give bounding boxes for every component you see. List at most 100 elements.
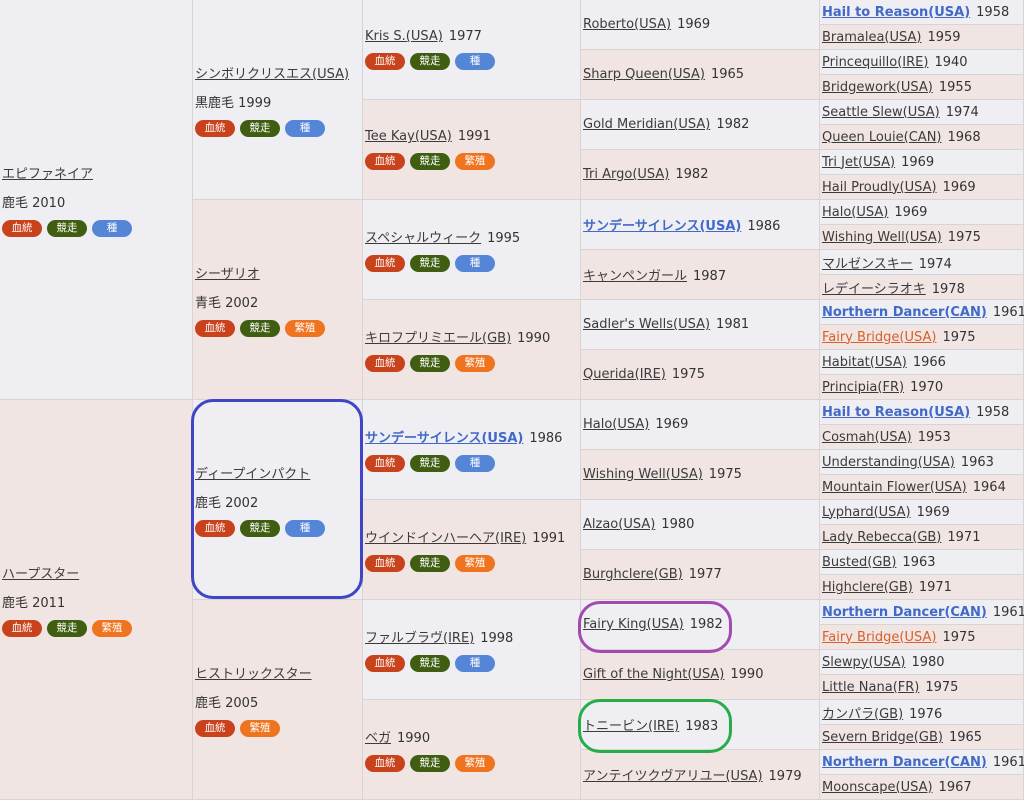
horse-name-link[interactable]: サンデーサイレンス(USA) (365, 431, 523, 446)
badge-blood[interactable]: 血統 (365, 153, 405, 170)
badge-race[interactable]: 競走 (240, 319, 280, 337)
badge-race[interactable]: 競走 (240, 119, 280, 137)
badge-race[interactable]: 競走 (410, 455, 450, 472)
badge-seed[interactable]: 種 (455, 655, 495, 672)
horse-name-link[interactable]: Understanding(USA) (822, 455, 955, 470)
horse-name-link[interactable]: スペシャルウィーク (365, 231, 481, 246)
horse-name-link[interactable]: Hail Proudly(USA) (822, 180, 937, 195)
horse-name-link[interactable]: Bridgework(USA) (822, 80, 933, 95)
badge-seed[interactable]: 種 (285, 519, 325, 537)
horse-name-link[interactable]: Sharp Queen(USA) (583, 67, 705, 82)
horse-name-link[interactable]: Querida(IRE) (583, 367, 666, 382)
horse-name-link[interactable]: Highclere(GB) (822, 580, 913, 595)
horse-name-link[interactable]: Princequillo(IRE) (822, 55, 928, 70)
badge-breed[interactable]: 繁殖 (455, 755, 495, 772)
badge-breed[interactable]: 繁殖 (285, 319, 325, 337)
badge-race[interactable]: 競走 (410, 755, 450, 772)
badge-blood[interactable]: 血統 (365, 755, 405, 772)
horse-name-link[interactable]: Fairy Bridge(USA) (822, 330, 936, 345)
horse-name-link[interactable]: Fairy King(USA) (583, 617, 684, 632)
badge-race[interactable]: 競走 (410, 355, 450, 372)
horse-name-link[interactable]: Bramalea(USA) (822, 30, 921, 45)
badge-seed[interactable]: 種 (455, 455, 495, 472)
horse-name-link[interactable]: シンボリクリスエス(USA) (195, 67, 349, 82)
horse-name-link[interactable]: ハープスター (2, 567, 79, 582)
badge-breed[interactable]: 繁殖 (455, 355, 495, 372)
horse-name-link[interactable]: Hail to Reason(USA) (822, 405, 970, 420)
horse-name-link[interactable]: Severn Bridge(GB) (822, 730, 943, 745)
horse-name-link[interactable]: シーザリオ (195, 267, 260, 282)
horse-name-link[interactable]: ディープインパクト (195, 467, 310, 482)
horse-name-link[interactable]: Gold Meridian(USA) (583, 117, 710, 132)
horse-name-link[interactable]: キロフプリミエール(GB) (365, 331, 511, 346)
horse-name-link[interactable]: ベガ (365, 731, 391, 746)
badge-blood[interactable]: 血統 (195, 719, 235, 737)
badge-race[interactable]: 競走 (240, 519, 280, 537)
badge-blood[interactable]: 血統 (195, 119, 235, 137)
horse-name-link[interactable]: Slewpy(USA) (822, 655, 905, 670)
horse-name-link[interactable]: Lyphard(USA) (822, 505, 911, 520)
horse-name-link[interactable]: キャンペンガール (583, 269, 687, 284)
badge-blood[interactable]: 血統 (195, 319, 235, 337)
horse-name-link[interactable]: Lady Rebecca(GB) (822, 530, 941, 545)
horse-name-link[interactable]: エピファネイア (2, 167, 93, 182)
horse-name-link[interactable]: Northern Dancer(CAN) (822, 755, 987, 770)
badge-breed[interactable]: 繁殖 (455, 555, 495, 572)
badge-seed[interactable]: 種 (92, 219, 132, 237)
horse-name-link[interactable]: アンテイツクヴアリユー(USA) (583, 769, 763, 784)
badge-race[interactable]: 競走 (410, 153, 450, 170)
horse-name-link[interactable]: ウインドインハーヘア(IRE) (365, 531, 526, 546)
horse-name-link[interactable]: トニービン(IRE) (583, 719, 679, 734)
badge-seed[interactable]: 種 (285, 119, 325, 137)
horse-name-link[interactable]: Habitat(USA) (822, 355, 907, 370)
horse-name-link[interactable]: カンパラ(GB) (822, 707, 903, 722)
badge-blood[interactable]: 血統 (365, 555, 405, 572)
badge-seed[interactable]: 種 (455, 255, 495, 272)
horse-name-link[interactable]: Tee Kay(USA) (365, 129, 452, 144)
badge-race[interactable]: 競走 (410, 655, 450, 672)
badge-blood[interactable]: 血統 (365, 355, 405, 372)
horse-name-link[interactable]: Wishing Well(USA) (822, 230, 942, 245)
horse-name-link[interactable]: レデイーシラオキ (822, 282, 926, 297)
horse-name-link[interactable]: Burghclere(GB) (583, 567, 683, 582)
badge-seed[interactable]: 種 (455, 53, 495, 70)
horse-name-link[interactable]: Busted(GB) (822, 555, 896, 570)
horse-name-link[interactable]: Queen Louie(CAN) (822, 130, 942, 145)
horse-name-link[interactable]: Sadler's Wells(USA) (583, 317, 710, 332)
horse-name-link[interactable]: Northern Dancer(CAN) (822, 305, 987, 320)
horse-name-link[interactable]: マルゼンスキー (822, 257, 913, 272)
badge-breed[interactable]: 繁殖 (92, 619, 132, 637)
horse-name-link[interactable]: Little Nana(FR) (822, 680, 919, 695)
horse-name-link[interactable]: Cosmah(USA) (822, 430, 912, 445)
badge-race[interactable]: 競走 (410, 555, 450, 572)
horse-name-link[interactable]: Halo(USA) (583, 417, 649, 432)
badge-blood[interactable]: 血統 (365, 455, 405, 472)
badge-breed[interactable]: 繁殖 (240, 719, 280, 737)
horse-name-link[interactable]: ヒストリックスター (195, 667, 312, 682)
badge-race[interactable]: 競走 (410, 53, 450, 70)
horse-name-link[interactable]: Alzao(USA) (583, 517, 655, 532)
horse-name-link[interactable]: Hail to Reason(USA) (822, 5, 970, 20)
horse-name-link[interactable]: Fairy Bridge(USA) (822, 630, 936, 645)
horse-name-link[interactable]: Moonscape(USA) (822, 780, 933, 795)
badge-race[interactable]: 競走 (410, 255, 450, 272)
badge-blood[interactable]: 血統 (365, 655, 405, 672)
badge-breed[interactable]: 繁殖 (455, 153, 495, 170)
badge-blood[interactable]: 血統 (195, 519, 235, 537)
badge-blood[interactable]: 血統 (2, 619, 42, 637)
horse-name-link[interactable]: Roberto(USA) (583, 17, 671, 32)
horse-name-link[interactable]: Tri Argo(USA) (583, 167, 669, 182)
badge-race[interactable]: 競走 (47, 219, 87, 237)
badge-blood[interactable]: 血統 (2, 219, 42, 237)
horse-name-link[interactable]: サンデーサイレンス(USA) (583, 219, 741, 234)
badge-blood[interactable]: 血統 (365, 255, 405, 272)
badge-blood[interactable]: 血統 (365, 53, 405, 70)
horse-name-link[interactable]: Mountain Flower(USA) (822, 480, 967, 495)
badge-race[interactable]: 競走 (47, 619, 87, 637)
horse-name-link[interactable]: Northern Dancer(CAN) (822, 605, 987, 620)
horse-name-link[interactable]: Tri Jet(USA) (822, 155, 895, 170)
horse-name-link[interactable]: Seattle Slew(USA) (822, 105, 940, 120)
horse-name-link[interactable]: Principia(FR) (822, 380, 904, 395)
horse-name-link[interactable]: Wishing Well(USA) (583, 467, 703, 482)
horse-name-link[interactable]: Halo(USA) (822, 205, 888, 220)
